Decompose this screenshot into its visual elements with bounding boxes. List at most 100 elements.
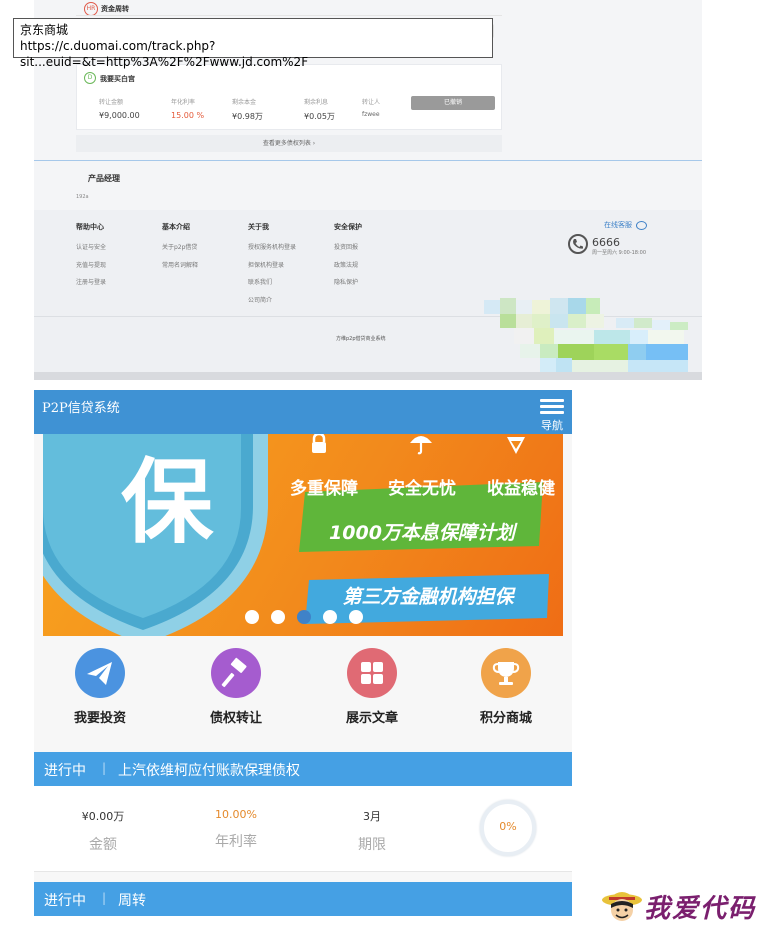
- feature-label: 多重保障: [290, 479, 358, 499]
- trophy-icon: [481, 648, 531, 698]
- footer-link[interactable]: 联系我们: [248, 277, 296, 295]
- divider: [76, 15, 502, 16]
- quick-label: 债权转让: [209, 711, 262, 726]
- field-label: 剩余本金: [232, 99, 257, 106]
- project-header[interactable]: 进行中 | 上汽依维柯应付账款保理债权: [34, 752, 572, 786]
- stat-term: 3月 期限: [327, 808, 417, 854]
- field-principal: 剩余本金 ¥0.98万: [232, 97, 263, 122]
- paper-plane-icon: [75, 648, 125, 698]
- project-name: 上汽依维柯应付账款保理债权: [118, 763, 300, 779]
- project-header[interactable]: 进行中 | 周转: [34, 882, 572, 916]
- footer-col-security: 安全保护 投资回报 政策法规 隐私保护: [334, 222, 362, 295]
- footer-link[interactable]: 常用名词解释: [162, 260, 198, 278]
- footer-link[interactable]: 政策法规: [334, 260, 362, 278]
- card-title: 我要买白宫: [100, 75, 135, 83]
- umbrella-icon: [409, 434, 433, 456]
- field-label: 转让人: [362, 99, 381, 106]
- field-value: ¥9,000.00: [99, 111, 140, 120]
- nav-menu-button[interactable]: 导航: [538, 396, 566, 432]
- footer-link[interactable]: 充值与提现: [76, 260, 106, 278]
- chat-icon: [636, 220, 648, 230]
- tooltip-title: 京东商城: [20, 23, 69, 37]
- footer-heading: 帮助中心: [76, 223, 104, 231]
- mobile-header: P2P信贷系统 导航: [34, 390, 572, 434]
- progress-ring: 0%: [480, 800, 536, 856]
- stat-value: 10.00%: [215, 808, 257, 821]
- grid-icon: [347, 648, 397, 698]
- separator: |: [102, 891, 107, 905]
- footer-link[interactable]: 关于p2p借贷: [162, 242, 198, 260]
- footer-link[interactable]: 公司简介: [248, 295, 296, 313]
- quick-transfer[interactable]: 债权转让: [181, 648, 291, 726]
- copyright: 方维p2p借贷商业系统: [336, 336, 386, 342]
- footer-heading: 安全保护: [334, 223, 362, 231]
- stat-label: 金额: [89, 837, 117, 853]
- lock-icon: [309, 434, 329, 454]
- stat-value: ¥0.00万: [81, 810, 125, 823]
- footer-heading: 基本介绍: [162, 223, 190, 231]
- field-value: ¥0.98万: [232, 112, 263, 121]
- d-badge-icon: D: [84, 72, 96, 84]
- footer-link[interactable]: 担保机构登录: [248, 260, 296, 278]
- cancelled-button[interactable]: 已撤销: [411, 96, 495, 110]
- manager-title: 产品经理: [88, 174, 120, 183]
- scroll-edge: [34, 372, 702, 380]
- pirate-avatar-icon: [602, 892, 642, 921]
- quick-invest[interactable]: 我要投资: [45, 648, 155, 726]
- progress-value: 0%: [499, 820, 517, 833]
- section-title: 资金周转: [101, 5, 129, 13]
- online-service-label: 在线客服: [604, 221, 632, 229]
- stat-label: 年利率: [215, 834, 257, 850]
- footer-link[interactable]: 投资回报: [334, 242, 362, 260]
- quick-mall[interactable]: 积分商城: [451, 648, 561, 726]
- stat-rate: 10.00% 年利率: [191, 808, 281, 851]
- mobile-title: P2P信贷系统: [42, 401, 120, 416]
- watermark: 我爱代码: [600, 884, 780, 928]
- tooltip-url: https://c.duomai.com/track.php?sit...eui…: [20, 39, 309, 69]
- carousel-dot[interactable]: [323, 610, 337, 624]
- carousel-dot[interactable]: [349, 610, 363, 624]
- project-name: 周转: [118, 893, 146, 909]
- guarantee-text: 第三方金融机构担保: [342, 586, 514, 608]
- promo-banner[interactable]: 保 多重保障 安全无忧 收益稳健 1000万本息保障计划 第三方金融机构担保: [43, 434, 563, 636]
- transfer-card[interactable]: D 我要买白宫 转让金额 ¥9,000.00 年化利率 15.00 % 剩余本金…: [76, 64, 502, 130]
- separator: |: [102, 761, 107, 775]
- footer-col-help: 帮助中心 认证与安全 充值与提现 注册与登录: [76, 222, 106, 295]
- carousel-dot[interactable]: [271, 610, 285, 624]
- more-link-label: 查看更多债权列表: [262, 140, 311, 147]
- project-status: 进行中: [44, 763, 86, 779]
- hammer-icon: [211, 648, 261, 698]
- quick-label: 我要投资: [73, 711, 126, 726]
- chevron-right-icon: ›: [312, 140, 316, 147]
- field-value: 15.00 %: [171, 111, 205, 120]
- quick-label: 积分商城: [479, 711, 532, 726]
- feature-label: 安全无忧: [388, 479, 456, 499]
- online-service-link[interactable]: 在线客服: [604, 220, 648, 230]
- footer-link[interactable]: 注册与登录: [76, 277, 106, 295]
- project-card: [34, 916, 572, 932]
- field-label: 年化利率: [171, 99, 196, 106]
- footer-col-about: 关于我 授权服务机构登录 担保机构登录 联系我们 公司简介: [248, 222, 296, 312]
- more-link[interactable]: 查看更多债权列表 ›: [76, 135, 502, 152]
- manager-name: 192a: [76, 194, 89, 200]
- footer-link[interactable]: 隐私保护: [334, 277, 362, 295]
- shield-char: 保: [121, 449, 214, 556]
- field-rate: 年化利率 15.00 %: [171, 97, 204, 120]
- project-card[interactable]: ¥0.00万 金额 10.00% 年利率 3月 期限 0%: [34, 786, 572, 872]
- diamond-icon: [504, 434, 528, 456]
- field-value: fzwee: [362, 111, 380, 118]
- mobile-preview: P2P信贷系统 导航 保 多重保障 安全无忧 收益稳健 1000万本息保障计划 …: [34, 390, 572, 932]
- carousel-dot[interactable]: [245, 610, 259, 624]
- field-interest: 剩余利息 ¥0.05万: [304, 97, 335, 122]
- plan-text: 1000万本息保障计划: [329, 522, 515, 544]
- footer-link[interactable]: 认证与安全: [76, 242, 106, 260]
- phone-icon: [568, 234, 588, 254]
- menu-icon: [538, 399, 566, 414]
- footer-heading: 关于我: [248, 223, 269, 231]
- field-label: 转让金额: [99, 99, 124, 106]
- stat-amount: ¥0.00万 金额: [58, 808, 148, 854]
- carousel-dot-active[interactable]: [297, 610, 311, 624]
- blue-divider: [34, 160, 702, 161]
- quick-articles[interactable]: 展示文章: [317, 648, 427, 726]
- footer-link[interactable]: 授权服务机构登录: [248, 242, 296, 260]
